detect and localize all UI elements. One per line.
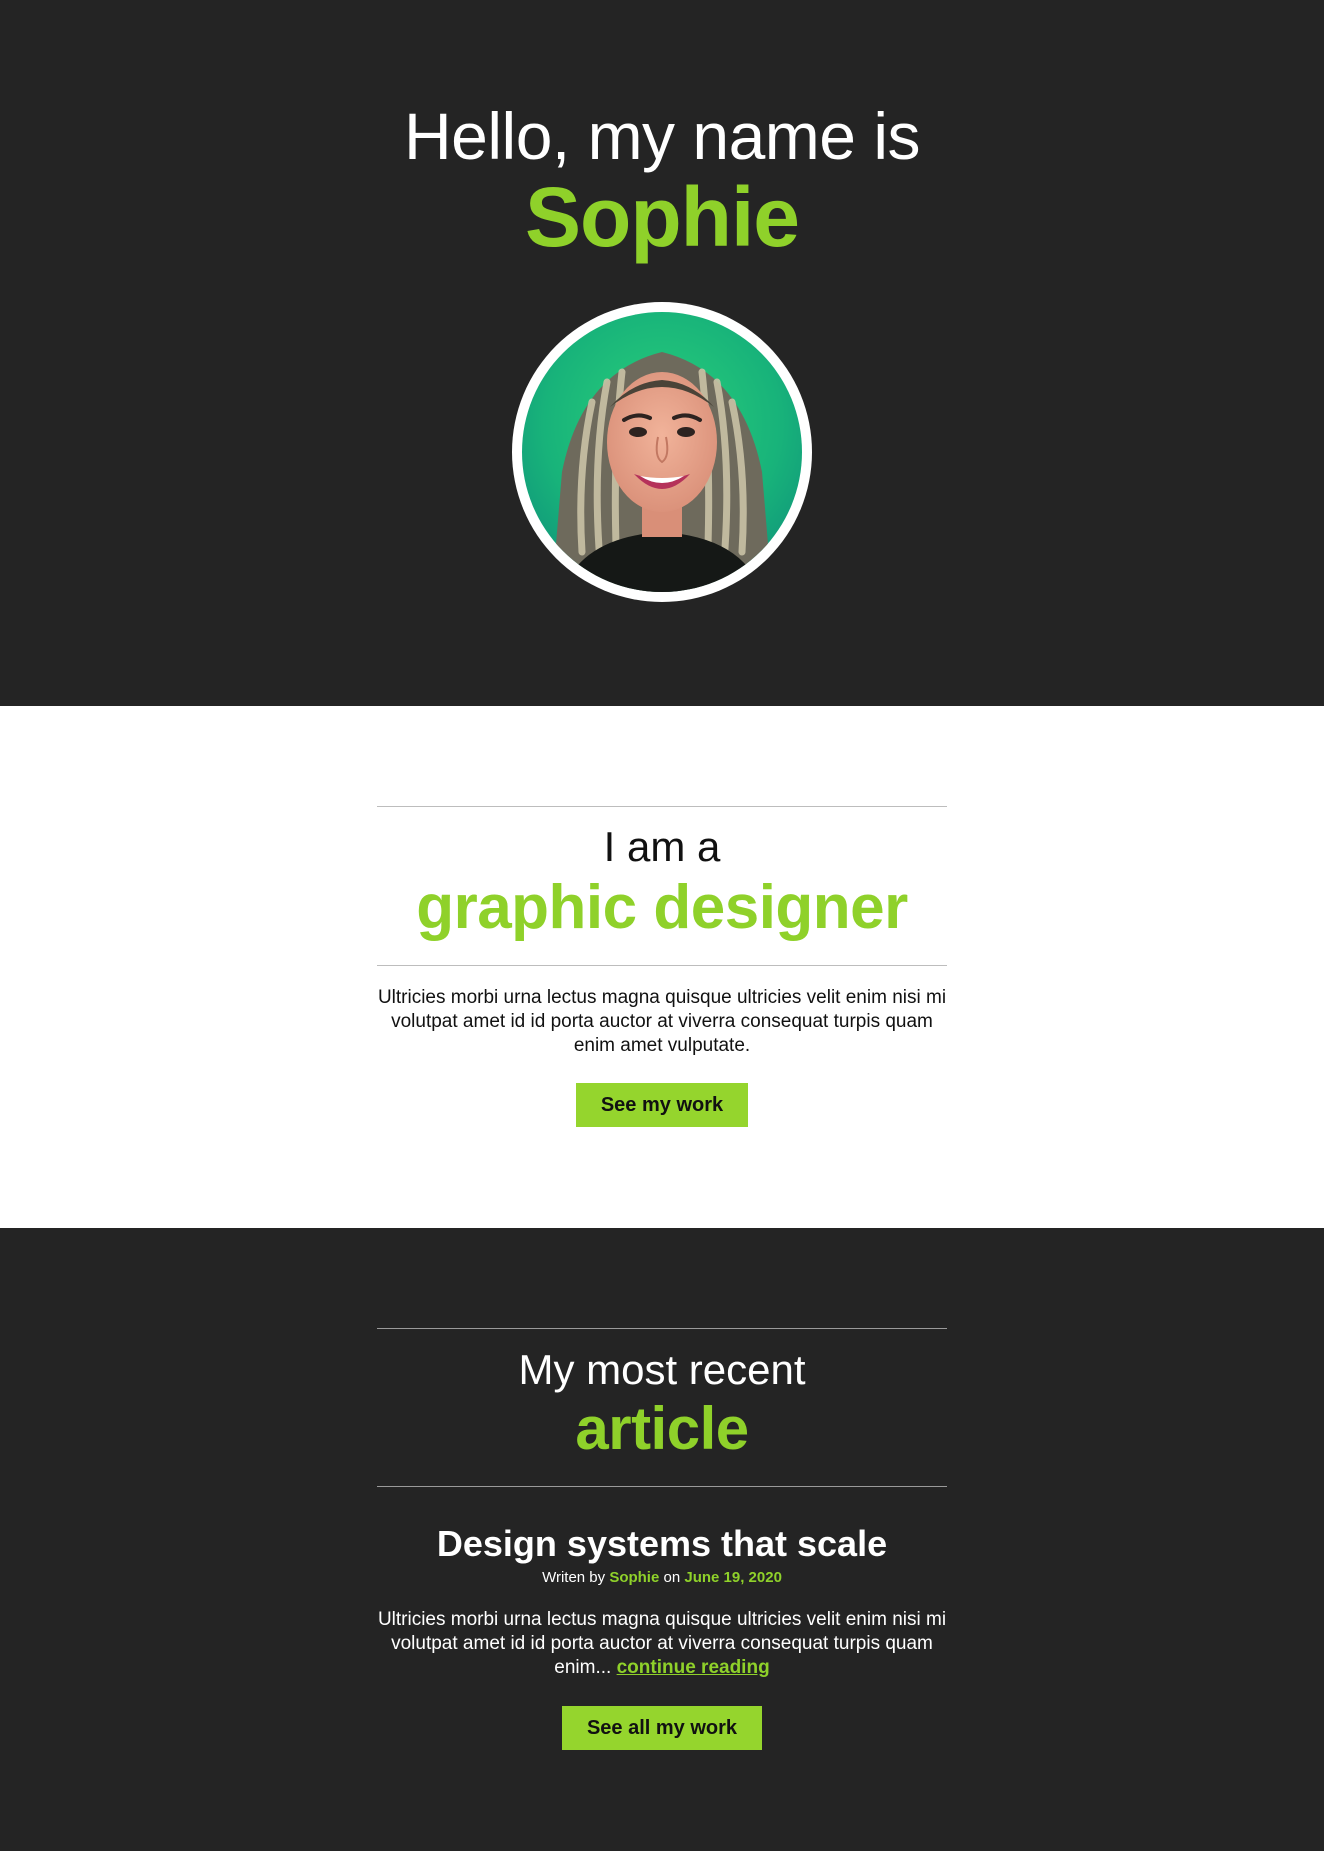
articles-intro: My most recent [518,1346,806,1393]
see-my-work-button[interactable]: See my work [576,1083,748,1127]
hero-intro: Hello, my name is [404,99,921,173]
hero-name: Sophie [524,170,800,264]
byline-prefix: Writen by [542,1569,606,1586]
top-divider [377,1328,947,1329]
bottom-divider [377,1486,947,1487]
top-divider [377,806,947,807]
articles-word: article [575,1395,749,1462]
post-date: June 19, 2020 [684,1569,782,1586]
bottom-divider [377,965,947,966]
continue-reading-link[interactable]: continue reading [617,1657,770,1678]
post-excerpt: Ultricies morbi urna lectus magna quisqu… [377,1608,947,1680]
byline-mid: on [663,1569,681,1586]
post-meta: Writen by Sophie on June 19, 2020 [0,1568,1324,1588]
about-intro: I am a [603,823,721,870]
avatar-photo [522,312,802,592]
post-author[interactable]: Sophie [609,1569,659,1586]
post-title[interactable]: Design systems that scale [0,1522,1324,1566]
hero-section: Hello, my name is Sophie [0,0,1324,706]
about-role: graphic designer [416,873,908,942]
about-text: Ultricies morbi urna lectus magna quisqu… [377,987,947,1056]
avatar [512,302,812,602]
see-all-my-work-button[interactable]: See all my work [562,1706,762,1750]
about-section [0,706,1324,1228]
